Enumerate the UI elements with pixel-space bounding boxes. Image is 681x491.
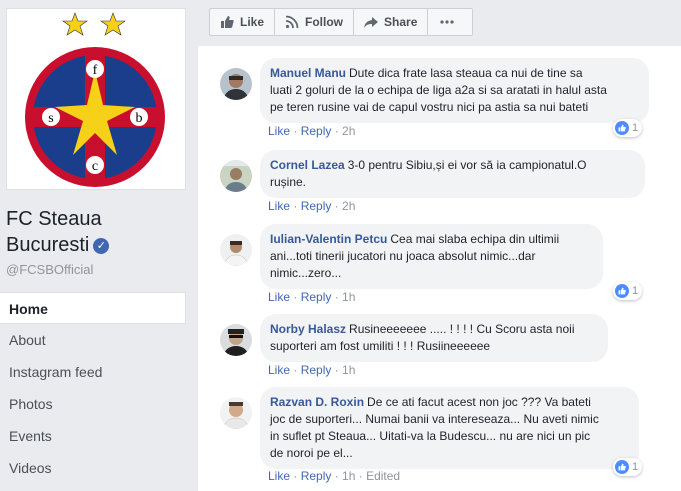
comment-text-line: nimic...zero... bbox=[270, 266, 342, 280]
logo-letter-f: f bbox=[93, 63, 98, 78]
comment-bubble: Norby Halasz Rusineeeeeee ..... ! ! ! ! C… bbox=[260, 314, 608, 362]
comment-actions: Like · Reply · 1h · Edited bbox=[268, 469, 401, 483]
more-options-button[interactable] bbox=[427, 8, 474, 36]
comment-actions: Like · Reply · 2h bbox=[268, 199, 356, 213]
comment-bubble: Cornel Lazea 3-0 pentru Sibiu,și ei vor s… bbox=[260, 150, 645, 198]
thumbs-up-icon bbox=[221, 16, 234, 28]
star-icon bbox=[62, 12, 88, 36]
comment-timestamp[interactable]: 2h bbox=[342, 199, 355, 213]
avatar[interactable] bbox=[220, 68, 252, 100]
logo-letter-c: c bbox=[92, 159, 98, 174]
nav-item-about[interactable]: About bbox=[0, 324, 186, 356]
comment-bubble: Manuel Manu Dute dica frate lasa steaua c… bbox=[260, 58, 649, 123]
nav-item-videos[interactable]: Videos bbox=[0, 452, 186, 484]
page-title-line2: Bucuresti bbox=[6, 234, 90, 256]
share-button[interactable]: Share bbox=[353, 8, 428, 36]
reaction-number: 1 bbox=[632, 122, 639, 134]
comment-timestamp[interactable]: 1h bbox=[342, 469, 355, 483]
comment-like-link[interactable]: Like bbox=[268, 363, 290, 377]
reaction-number: 1 bbox=[632, 461, 639, 473]
comment-text-line: pe teren rusine vai de capul vostru nici… bbox=[270, 100, 589, 114]
comment-text-line: ani...toti tinerii jucatori nu joaca abs… bbox=[270, 249, 536, 263]
reaction-number: 1 bbox=[632, 285, 639, 297]
nav-item-events[interactable]: Events bbox=[0, 420, 186, 452]
comment-reply-link[interactable]: Reply bbox=[301, 199, 332, 213]
comment-like-link[interactable]: Like bbox=[268, 199, 290, 213]
like-page-button[interactable]: Like bbox=[209, 8, 275, 36]
page-sidebar: f s b c FC Steaua Bucuresti ✓ @FCSBOffici… bbox=[0, 0, 194, 491]
comment-timestamp[interactable]: 1h bbox=[342, 290, 355, 304]
comment-text-line: De ce ati facut acest non joc ??? Va bat… bbox=[367, 395, 591, 409]
comments-list: Manuel Manu Dute dica frate lasa steaua c… bbox=[198, 46, 681, 491]
follow-button-label: Follow bbox=[305, 15, 344, 29]
nav-item-instagram-feed[interactable]: Instagram feed bbox=[0, 356, 186, 388]
nav-item-photos[interactable]: Photos bbox=[0, 388, 186, 420]
comment-text-line: in suflet pt Steaua... Uitati-va la Bude… bbox=[270, 429, 591, 443]
page-handle[interactable]: @FCSBOfficial bbox=[6, 262, 93, 277]
page-nav: Home About Instagram feed Photos Events … bbox=[0, 292, 186, 484]
reaction-count[interactable]: 1 bbox=[613, 458, 643, 476]
comment-author[interactable]: Cornel Lazea bbox=[270, 158, 345, 172]
nav-item-home[interactable]: Home bbox=[0, 292, 186, 324]
comment-text-line: Rusineeeeeee ..... ! ! ! ! Cu Scoru asta… bbox=[349, 322, 575, 336]
avatar[interactable] bbox=[220, 234, 252, 266]
comment-actions: Like · Reply · 1h bbox=[268, 290, 356, 304]
comment-text-line: suporteri am fost umiliti ! ! ! Rusiinee… bbox=[270, 339, 491, 353]
share-arrow-icon bbox=[364, 17, 379, 28]
comment-bubble: Iulian-Valentin Petcu Cea mai slaba echip… bbox=[260, 224, 603, 289]
edited-label[interactable]: Edited bbox=[366, 469, 400, 483]
reaction-count[interactable]: 1 bbox=[613, 282, 643, 300]
comment-author[interactable]: Norby Halasz bbox=[270, 322, 346, 336]
comment-reply-link[interactable]: Reply bbox=[301, 124, 332, 138]
like-reaction-icon bbox=[615, 460, 629, 474]
avatar[interactable] bbox=[220, 160, 252, 192]
logo-letter-b: b bbox=[136, 111, 143, 126]
profile-picture[interactable]: f s b c bbox=[6, 8, 186, 190]
verified-badge-icon: ✓ bbox=[93, 238, 110, 254]
comment-text-line: rușine. bbox=[270, 175, 307, 189]
comment-reply-link[interactable]: Reply bbox=[301, 363, 332, 377]
comment-timestamp[interactable]: 1h bbox=[342, 363, 355, 377]
rss-feed-icon bbox=[285, 15, 299, 29]
comment-like-link[interactable]: Like bbox=[268, 124, 290, 138]
ellipsis-icon bbox=[440, 20, 454, 24]
follow-button[interactable]: Follow bbox=[274, 8, 354, 36]
comment-bubble: Razvan D. Roxin De ce ati facut acest non… bbox=[260, 387, 639, 469]
comment-author[interactable]: Manuel Manu bbox=[270, 66, 346, 80]
comment-text-line: Dute dica frate lasa steaua ca nui de ti… bbox=[349, 66, 583, 80]
comment-author[interactable]: Razvan D. Roxin bbox=[270, 395, 364, 409]
avatar[interactable] bbox=[220, 397, 252, 429]
like-button-label: Like bbox=[240, 15, 265, 29]
comment-text-line: luati 2 goluri de la o echipa de liga a2… bbox=[270, 83, 607, 97]
comment-text-line: 3-0 pentru Sibiu,și ei vor să ia campion… bbox=[347, 158, 587, 172]
page-title-line1: FC Steaua bbox=[6, 208, 102, 230]
comment-actions: Like · Reply · 1h bbox=[268, 363, 356, 377]
share-button-label: Share bbox=[384, 15, 418, 29]
comment-like-link[interactable]: Like bbox=[268, 469, 290, 483]
fcsb-logo: f s b c bbox=[25, 12, 165, 187]
page-action-bar: Like Follow Share bbox=[209, 8, 474, 36]
comment-text-line: Cea mai slaba echipa din ultimii bbox=[390, 232, 560, 246]
logo-letter-s: s bbox=[48, 111, 53, 126]
main-content: Like Follow Share Manuel Manu Dute dica f… bbox=[198, 0, 681, 491]
like-reaction-icon bbox=[615, 284, 629, 298]
avatar[interactable] bbox=[220, 324, 252, 356]
comment-text-line: joc de suporteri... Numai banii va inter… bbox=[270, 412, 599, 426]
page-title[interactable]: FC Steaua Bucuresti ✓ bbox=[6, 206, 186, 258]
like-reaction-icon bbox=[615, 121, 629, 135]
comment-like-link[interactable]: Like bbox=[268, 290, 290, 304]
reaction-count[interactable]: 1 bbox=[613, 119, 643, 137]
comment-text-line: de noroi pe el... bbox=[270, 446, 353, 460]
comment-timestamp[interactable]: 2h bbox=[342, 124, 355, 138]
comment-author[interactable]: Iulian-Valentin Petcu bbox=[270, 232, 387, 246]
star-icon bbox=[100, 12, 126, 36]
comment-actions: Like · Reply · 2h bbox=[268, 124, 356, 138]
comment-reply-link[interactable]: Reply bbox=[301, 469, 332, 483]
comment-reply-link[interactable]: Reply bbox=[301, 290, 332, 304]
